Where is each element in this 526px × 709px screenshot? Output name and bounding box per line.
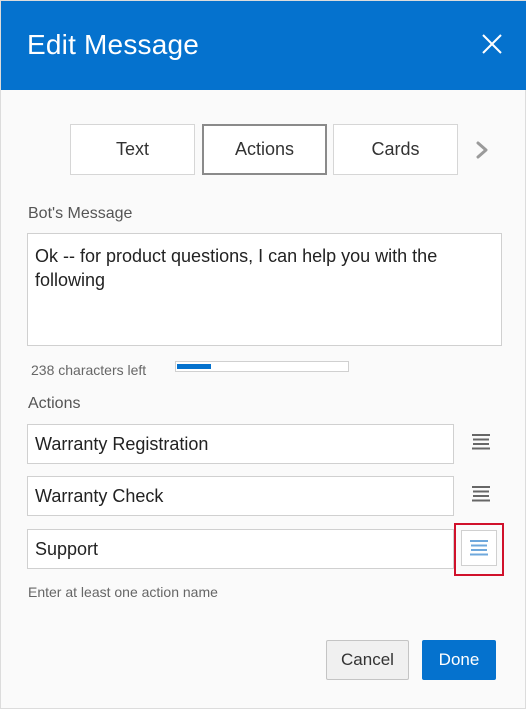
tab-next-button[interactable] (471, 139, 493, 161)
done-button[interactable]: Done (422, 640, 496, 680)
chars-progress-bar (175, 361, 349, 372)
tab-actions[interactable]: Actions (202, 124, 327, 175)
cancel-button[interactable]: Cancel (326, 640, 409, 680)
highlight-annotation-box (454, 523, 504, 576)
chars-progress-fill (177, 364, 211, 369)
action-input-support[interactable]: Support (27, 529, 454, 569)
drag-handle-icon (472, 486, 490, 502)
bot-message-textarea[interactable]: Ok -- for product questions, I can help … (27, 233, 502, 346)
chevron-right-icon (476, 141, 488, 159)
bot-message-label: Bot's Message (28, 205, 133, 222)
tab-text[interactable]: Text (70, 124, 195, 175)
edit-message-dialog: Edit Message Text Actions Cards Bot's Me… (0, 0, 526, 709)
action-input-warranty-check[interactable]: Warranty Check (27, 476, 454, 516)
drag-handle-icon (472, 434, 490, 450)
dialog-title: Edit Message (27, 29, 200, 60)
actions-label: Actions (28, 395, 81, 412)
close-button[interactable] (475, 27, 509, 61)
close-icon (482, 34, 502, 54)
drag-handle-button[interactable] (463, 424, 499, 460)
drag-handle-button[interactable] (463, 476, 499, 512)
dialog-header: Edit Message (1, 1, 526, 90)
chars-left-text: 238 characters left (31, 362, 147, 378)
actions-hint-text: Enter at least one action name (28, 584, 218, 600)
action-input-warranty-registration[interactable]: Warranty Registration (27, 424, 454, 464)
tab-cards[interactable]: Cards (333, 124, 458, 175)
